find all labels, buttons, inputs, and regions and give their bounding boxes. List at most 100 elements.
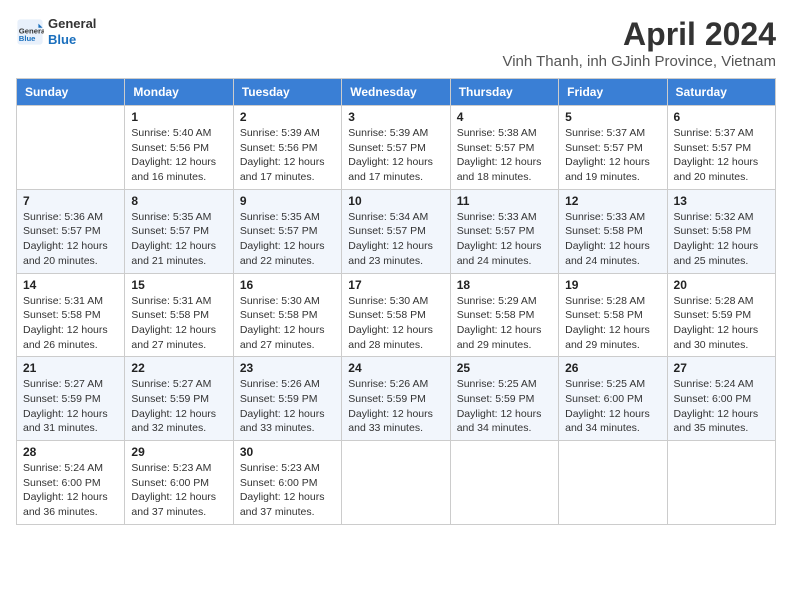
day-number: 29: [131, 445, 226, 459]
day-info: Sunrise: 5:23 AMSunset: 6:00 PMDaylight:…: [240, 461, 335, 520]
logo-text-line1: General: [48, 16, 96, 32]
calendar-cell: 16Sunrise: 5:30 AMSunset: 5:58 PMDayligh…: [233, 273, 341, 357]
calendar-cell: 22 Sunrise: 5:27 AMSunset: 5:59 PMDayligh…: [125, 357, 233, 441]
day-number: 25: [457, 361, 552, 375]
day-number: 7: [23, 194, 118, 208]
day-number: 9: [240, 194, 335, 208]
day-info: Sunrise: 5:35 AMSunset: 5:57 PMDaylight:…: [131, 210, 226, 269]
calendar-cell: 8 Sunrise: 5:35 AMSunset: 5:57 PMDaylight…: [125, 189, 233, 273]
calendar-cell: 9 Sunrise: 5:35 AMSunset: 5:57 PMDaylight…: [233, 189, 341, 273]
day-info: Sunrise: 5:24 AMSunset: 6:00 PMDaylight:…: [23, 461, 118, 520]
day-info: Sunrise: 5:39 AMSunset: 5:56 PMDaylight:…: [240, 126, 335, 185]
location-subtitle: Vinh Thanh, inh GJinh Province, Vietnam: [502, 53, 776, 70]
day-number: 2: [240, 110, 335, 124]
day-info: Sunrise: 5:32 AMSunset: 5:58 PMDaylight:…: [674, 210, 769, 269]
day-info: Sunrise: 5:33 AMSunset: 5:57 PMDaylight:…: [457, 210, 552, 269]
weekday-header: Friday: [559, 79, 667, 106]
calendar-cell: 19 Sunrise: 5:28 AMSunset: 5:58 PMDayligh…: [559, 273, 667, 357]
day-number: 26: [565, 361, 660, 375]
calendar-cell: 4Sunrise: 5:38 AMSunset: 5:57 PMDaylight…: [450, 106, 558, 190]
calendar-cell: 17 Sunrise: 5:30 AMSunset: 5:58 PMDayligh…: [342, 273, 450, 357]
calendar-cell: 29 Sunrise: 5:23 AMSunset: 6:00 PMDayligh…: [125, 441, 233, 525]
day-info: Sunrise: 5:29 AMSunset: 5:58 PMDaylight:…: [457, 294, 552, 353]
calendar-cell: 25 Sunrise: 5:25 AMSunset: 5:59 PMDayligh…: [450, 357, 558, 441]
day-info: Sunrise: 5:26 AMSunset: 5:59 PMDaylight:…: [240, 377, 335, 436]
day-number: 1: [131, 110, 226, 124]
calendar-cell: 28 Sunrise: 5:24 AMSunset: 6:00 PMDayligh…: [17, 441, 125, 525]
day-number: 6: [674, 110, 769, 124]
day-number: 8: [131, 194, 226, 208]
day-number: 21: [23, 361, 118, 375]
logo-icon: General Blue: [16, 18, 44, 46]
weekday-header: Saturday: [667, 79, 775, 106]
day-info: Sunrise: 5:31 AMSunset: 5:58 PMDaylight:…: [131, 294, 226, 353]
calendar-cell: [342, 441, 450, 525]
day-info: Sunrise: 5:30 AMSunset: 5:58 PMDaylight:…: [348, 294, 443, 353]
day-info: Sunrise: 5:27 AMSunset: 5:59 PMDaylight:…: [131, 377, 226, 436]
day-number: 3: [348, 110, 443, 124]
weekday-header: Tuesday: [233, 79, 341, 106]
calendar-cell: [667, 441, 775, 525]
calendar-cell: 10 Sunrise: 5:34 AMSunset: 5:57 PMDayligh…: [342, 189, 450, 273]
calendar-cell: [559, 441, 667, 525]
day-info: Sunrise: 5:35 AMSunset: 5:57 PMDaylight:…: [240, 210, 335, 269]
day-info: Sunrise: 5:25 AMSunset: 6:00 PMDaylight:…: [565, 377, 660, 436]
day-number: 12: [565, 194, 660, 208]
day-number: 17: [348, 278, 443, 292]
title-block: April 2024 Vinh Thanh, inh GJinh Provinc…: [502, 16, 776, 70]
day-number: 11: [457, 194, 552, 208]
day-number: 15: [131, 278, 226, 292]
calendar-cell: 2 Sunrise: 5:39 AMSunset: 5:56 PMDaylight…: [233, 106, 341, 190]
svg-text:Blue: Blue: [19, 34, 36, 43]
day-info: Sunrise: 5:33 AMSunset: 5:58 PMDaylight:…: [565, 210, 660, 269]
weekday-header: Thursday: [450, 79, 558, 106]
calendar-cell: [17, 106, 125, 190]
weekday-header: Wednesday: [342, 79, 450, 106]
day-info: Sunrise: 5:27 AMSunset: 5:59 PMDaylight:…: [23, 377, 118, 436]
calendar-cell: 27 Sunrise: 5:24 AMSunset: 6:00 PMDayligh…: [667, 357, 775, 441]
day-number: 22: [131, 361, 226, 375]
calendar-cell: 11 Sunrise: 5:33 AMSunset: 5:57 PMDayligh…: [450, 189, 558, 273]
calendar-cell: 26 Sunrise: 5:25 AMSunset: 6:00 PMDayligh…: [559, 357, 667, 441]
calendar-cell: 18 Sunrise: 5:29 AMSunset: 5:58 PMDayligh…: [450, 273, 558, 357]
calendar-cell: 15 Sunrise: 5:31 AMSunset: 5:58 PMDayligh…: [125, 273, 233, 357]
calendar-cell: 21 Sunrise: 5:27 AMSunset: 5:59 PMDayligh…: [17, 357, 125, 441]
day-number: 10: [348, 194, 443, 208]
day-info: Sunrise: 5:26 AMSunset: 5:59 PMDaylight:…: [348, 377, 443, 436]
month-title: April 2024: [502, 16, 776, 53]
calendar-cell: 30 Sunrise: 5:23 AMSunset: 6:00 PMDayligh…: [233, 441, 341, 525]
day-info: Sunrise: 5:23 AMSunset: 6:00 PMDaylight:…: [131, 461, 226, 520]
weekday-header: Monday: [125, 79, 233, 106]
calendar-cell: 3Sunrise: 5:39 AMSunset: 5:57 PMDaylight…: [342, 106, 450, 190]
calendar-cell: 24 Sunrise: 5:26 AMSunset: 5:59 PMDayligh…: [342, 357, 450, 441]
day-number: 4: [457, 110, 552, 124]
day-info: Sunrise: 5:24 AMSunset: 6:00 PMDaylight:…: [674, 377, 769, 436]
day-info: Sunrise: 5:36 AMSunset: 5:57 PMDaylight:…: [23, 210, 118, 269]
page-header: General Blue General Blue April 2024 Vin…: [16, 16, 776, 70]
day-number: 18: [457, 278, 552, 292]
day-info: Sunrise: 5:37 AMSunset: 5:57 PMDaylight:…: [565, 126, 660, 185]
day-info: Sunrise: 5:34 AMSunset: 5:57 PMDaylight:…: [348, 210, 443, 269]
calendar-cell: 7 Sunrise: 5:36 AMSunset: 5:57 PMDaylight…: [17, 189, 125, 273]
logo-text-line2: Blue: [48, 32, 96, 48]
day-number: 13: [674, 194, 769, 208]
day-info: Sunrise: 5:28 AMSunset: 5:59 PMDaylight:…: [674, 294, 769, 353]
day-info: Sunrise: 5:28 AMSunset: 5:58 PMDaylight:…: [565, 294, 660, 353]
day-number: 5: [565, 110, 660, 124]
day-number: 19: [565, 278, 660, 292]
day-number: 24: [348, 361, 443, 375]
day-number: 20: [674, 278, 769, 292]
day-number: 28: [23, 445, 118, 459]
day-info: Sunrise: 5:31 AMSunset: 5:58 PMDaylight:…: [23, 294, 118, 353]
calendar-cell: 14Sunrise: 5:31 AMSunset: 5:58 PMDayligh…: [17, 273, 125, 357]
day-number: 27: [674, 361, 769, 375]
day-info: Sunrise: 5:30 AMSunset: 5:58 PMDaylight:…: [240, 294, 335, 353]
calendar-table: SundayMondayTuesdayWednesdayThursdayFrid…: [16, 78, 776, 525]
day-info: Sunrise: 5:25 AMSunset: 5:59 PMDaylight:…: [457, 377, 552, 436]
day-info: Sunrise: 5:37 AMSunset: 5:57 PMDaylight:…: [674, 126, 769, 185]
calendar-cell: 1Sunrise: 5:40 AMSunset: 5:56 PMDaylight…: [125, 106, 233, 190]
day-number: 30: [240, 445, 335, 459]
calendar-cell: 23 Sunrise: 5:26 AMSunset: 5:59 PMDayligh…: [233, 357, 341, 441]
calendar-cell: 20 Sunrise: 5:28 AMSunset: 5:59 PMDayligh…: [667, 273, 775, 357]
day-number: 23: [240, 361, 335, 375]
